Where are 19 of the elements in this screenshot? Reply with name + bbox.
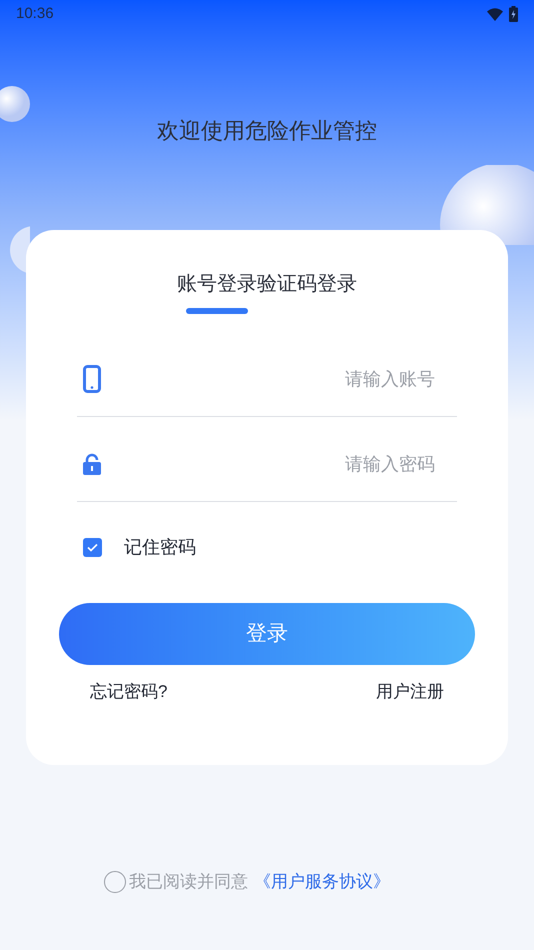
checkmark-icon — [87, 543, 98, 552]
input-field[interactable]: 请输入账号 — [235, 366, 435, 392]
remember-checkbox[interactable] — [83, 538, 102, 557]
lock-icon — [83, 453, 101, 475]
input-field[interactable]: 请输入密码 — [235, 450, 435, 478]
phone-icon — [83, 365, 101, 393]
login-tab[interactable]: 验证码登录 — [257, 270, 357, 314]
register-link[interactable]: 用户注册 — [376, 679, 444, 704]
status-time: 10:36 — [16, 4, 54, 24]
remember-label: 记住密码 — [124, 536, 196, 559]
agreement-text: 我已阅读并同意 — [129, 871, 248, 893]
wifi-icon — [487, 8, 503, 20]
welcome-title: 欢迎使用危险作业管控 — [157, 117, 377, 145]
battery-icon — [509, 6, 518, 22]
forgot-password-link[interactable]: 忘记密码? — [90, 679, 168, 704]
agreement-radio[interactable] — [104, 870, 126, 893]
agreement-link[interactable]: 《用户服务协议》 — [254, 869, 390, 894]
login-tab[interactable]: 账号登录 — [177, 270, 257, 314]
bubble-drawing — [0, 84, 32, 124]
